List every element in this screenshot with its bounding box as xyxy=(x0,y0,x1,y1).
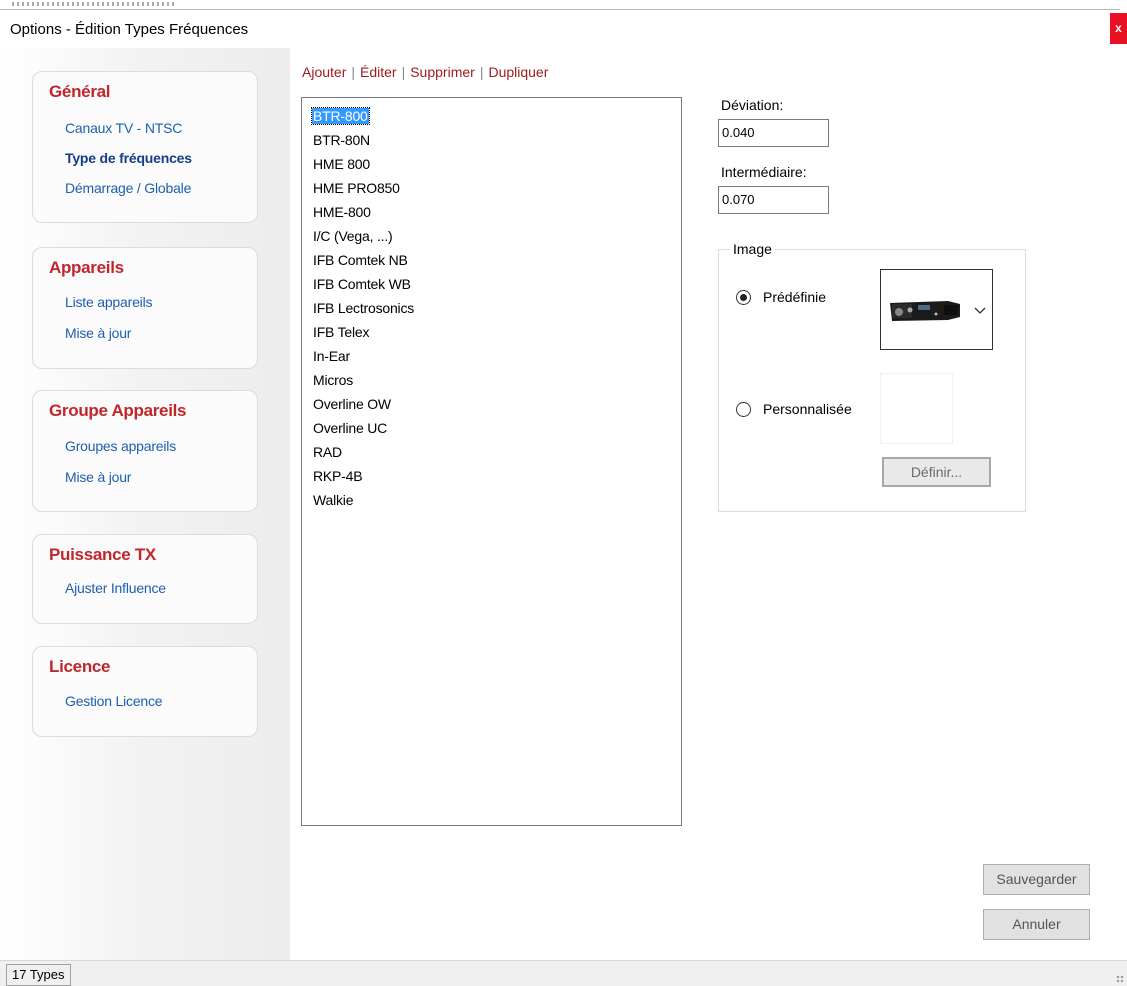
add-link[interactable]: Ajouter xyxy=(302,64,346,80)
nav-section-licence: Licence Gestion Licence xyxy=(32,646,258,737)
nav-section-title: Puissance TX xyxy=(49,545,156,564)
delete-link[interactable]: Supprimer xyxy=(410,64,475,80)
toolbar-separator: | xyxy=(479,64,484,80)
predefined-label[interactable]: Prédéfinie xyxy=(763,289,826,305)
custom-label[interactable]: Personnalisée xyxy=(763,401,852,417)
nav-item-type-frequences[interactable]: Type de fréquences xyxy=(65,150,192,166)
image-group-title: Image xyxy=(730,241,775,257)
list-item-label: In-Ear xyxy=(313,348,350,364)
list-item[interactable]: IFB Telex xyxy=(312,320,681,344)
nav-item-groupes-appareils[interactable]: Groupes appareils xyxy=(65,438,176,454)
list-item-label: Walkie xyxy=(313,492,354,508)
toolbar-separator: | xyxy=(351,64,355,80)
list-item-label: IFB Comtek NB xyxy=(313,252,408,268)
list-item-label: I/C (Vega, ...) xyxy=(313,228,393,244)
type-count: 17 Types xyxy=(6,964,71,986)
nav-item-demarrage[interactable]: Démarrage / Globale xyxy=(65,180,191,196)
list-item[interactable]: BTR-800 xyxy=(311,104,681,128)
nav-section-general: Général Canaux TV - NTSC Type de fréquen… xyxy=(32,71,258,223)
radio-checked-dot xyxy=(740,294,747,301)
list-item[interactable]: HME PRO850 xyxy=(312,176,681,200)
list-item-label: Overline UC xyxy=(313,420,388,436)
nav-section-puissance-tx: Puissance TX Ajuster Influence xyxy=(32,534,258,624)
nav-item-liste-appareils[interactable]: Liste appareils xyxy=(65,294,152,310)
nav-item-canaux-tv[interactable]: Canaux TV - NTSC xyxy=(65,120,182,136)
top-border-dots xyxy=(12,2,177,6)
list-item[interactable]: In-Ear xyxy=(312,344,681,368)
status-bar: 17 Types xyxy=(0,960,1127,986)
list-item[interactable]: BTR-80N xyxy=(312,128,681,152)
nav-item-groupe-mise-a-jour[interactable]: Mise à jour xyxy=(65,469,131,485)
list-item-label: HME-800 xyxy=(313,204,371,220)
list-item-label: IFB Comtek WB xyxy=(313,276,411,292)
list-item-label: RKP-4B xyxy=(313,468,363,484)
nav-section-groupe-appareils: Groupe Appareils Groupes appareils Mise … xyxy=(32,390,258,512)
nav-item-mise-a-jour[interactable]: Mise à jour xyxy=(65,325,131,341)
close-icon: x xyxy=(1115,21,1122,35)
window-title: Options - Édition Types Fréquences xyxy=(10,21,249,38)
duplicate-link[interactable]: Dupliquer xyxy=(488,64,548,80)
chevron-down-icon xyxy=(974,307,986,314)
list-item[interactable]: HME-800 xyxy=(312,200,681,224)
list-item[interactable]: IFB Lectrosonics xyxy=(312,296,681,320)
predefined-radio[interactable] xyxy=(736,290,751,305)
list-item[interactable]: IFB Comtek WB xyxy=(312,272,681,296)
radio-receiver-icon xyxy=(890,301,960,321)
nav-section-title: Licence xyxy=(49,657,111,676)
predefined-image-select[interactable] xyxy=(880,269,993,350)
nav-item-ajuster-influence[interactable]: Ajuster Influence xyxy=(65,580,166,596)
custom-image-preview xyxy=(880,373,953,444)
list-item[interactable]: Overline UC xyxy=(312,416,681,440)
types-listbox[interactable]: BTR-800 BTR-80N HME 800 HME PRO850 HME-800 I/… xyxy=(301,97,682,826)
list-item-label: Overline OW xyxy=(313,396,391,412)
deviation-field[interactable]: 0.040 xyxy=(718,119,829,147)
close-button[interactable]: x xyxy=(1110,13,1127,44)
title-divider xyxy=(0,9,1120,10)
save-button[interactable]: Sauvegarder xyxy=(983,864,1090,895)
list-item[interactable]: RKP-4B xyxy=(312,464,681,488)
nav-section-title: Général xyxy=(49,82,111,101)
list-item-label: BTR-800 xyxy=(311,107,370,125)
intermediate-label: Intermédiaire: xyxy=(721,164,807,180)
list-item[interactable]: I/C (Vega, ...) xyxy=(312,224,681,248)
cancel-button[interactable]: Annuler xyxy=(983,909,1090,940)
nav-section-title: Appareils xyxy=(49,258,124,277)
list-item[interactable]: RAD xyxy=(312,440,681,464)
list-item[interactable]: Walkie xyxy=(312,488,681,512)
list-item[interactable]: Overline OW xyxy=(312,392,681,416)
list-item-label: HME 800 xyxy=(313,156,370,172)
list-item[interactable]: Micros xyxy=(312,368,681,392)
list-item-label: IFB Telex xyxy=(313,324,370,340)
list-item-label: RAD xyxy=(313,444,342,460)
nav-section-title: Groupe Appareils xyxy=(49,401,187,420)
nav-item-gestion-licence[interactable]: Gestion Licence xyxy=(65,693,163,709)
define-image-button[interactable]: Définir... xyxy=(882,457,991,487)
list-item-label: Micros xyxy=(313,372,354,388)
intermediate-field[interactable]: 0.070 xyxy=(718,186,829,214)
list-item-label: IFB Lectrosonics xyxy=(313,300,415,316)
list-item-label: HME PRO850 xyxy=(313,180,400,196)
list-item[interactable]: HME 800 xyxy=(312,152,681,176)
list-toolbar: Ajouter | Éditer | Supprimer | Dupliquer xyxy=(302,64,548,80)
edit-link[interactable]: Éditer xyxy=(360,64,397,80)
toolbar-separator: | xyxy=(401,64,406,80)
deviation-label: Déviation: xyxy=(721,97,784,113)
list-item[interactable]: IFB Comtek NB xyxy=(312,248,681,272)
custom-radio[interactable] xyxy=(736,402,751,417)
list-item-label: BTR-80N xyxy=(313,132,370,148)
nav-section-appareils: Appareils Liste appareils Mise à jour xyxy=(32,247,258,369)
resize-grip-icon[interactable] xyxy=(1116,975,1124,983)
